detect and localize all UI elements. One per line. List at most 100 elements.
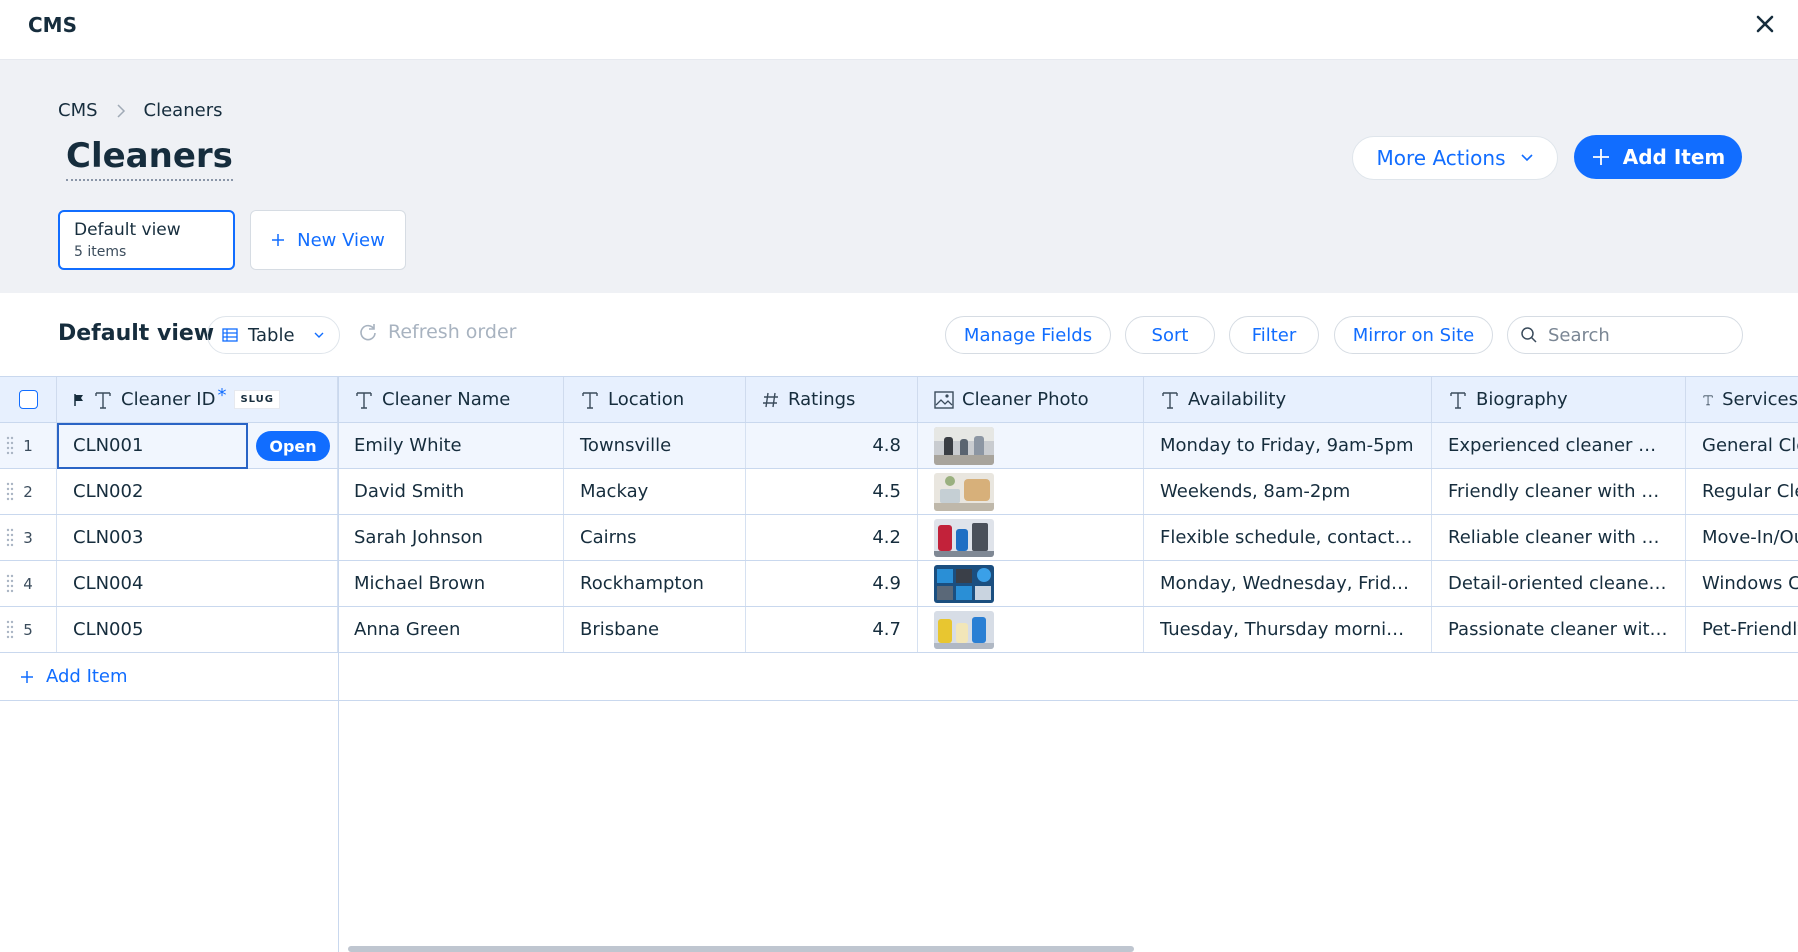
- cell-services[interactable]: General Cleaning: [1686, 423, 1798, 468]
- column-header-cleaner-id[interactable]: Cleaner ID * SLUG: [57, 377, 338, 422]
- cell-availability[interactable]: Monday, Wednesday, Friday …: [1144, 561, 1432, 606]
- cell-cleaner-id[interactable]: CLN005: [57, 607, 338, 652]
- table-row[interactable]: 4 CLN004 Michael Brown Rockhampton 4.9 M…: [0, 561, 1798, 607]
- cleaner-photo-thumbnail[interactable]: [934, 564, 994, 603]
- column-header-cleaner-name[interactable]: Cleaner Name: [338, 377, 564, 422]
- cell-location[interactable]: Rockhampton: [564, 561, 746, 606]
- column-label: Ratings: [788, 389, 856, 410]
- text-field-icon: [582, 391, 598, 409]
- cell-location[interactable]: Townsville: [564, 423, 746, 468]
- cell-cleaner-name[interactable]: Michael Brown: [338, 561, 564, 606]
- open-item-button[interactable]: Open: [256, 431, 330, 461]
- cell-ratings[interactable]: 4.8: [746, 423, 918, 468]
- column-label: Biography: [1476, 389, 1568, 410]
- select-all-cell: [0, 377, 57, 422]
- table-row[interactable]: 2 CLN002 David Smith Mackay 4.5 Weekends…: [0, 469, 1798, 515]
- cell-location[interactable]: Mackay: [564, 469, 746, 514]
- table-row[interactable]: 1 CLN001 Open Emily White Townsville 4.8…: [0, 423, 1798, 469]
- cell-text: Detail-oriented cleaner w…: [1448, 573, 1669, 594]
- cell-availability[interactable]: Tuesday, Thursday mornings: [1144, 607, 1432, 652]
- cell-cleaner-photo[interactable]: [918, 515, 1144, 560]
- column-header-services[interactable]: Services: [1686, 377, 1798, 422]
- cleaner-photo-thumbnail[interactable]: [934, 426, 994, 465]
- plus-icon: [1592, 149, 1609, 165]
- mirror-on-site-button[interactable]: Mirror on Site: [1334, 316, 1493, 354]
- cell-cleaner-name[interactable]: David Smith: [338, 469, 564, 514]
- layout-dropdown[interactable]: Table: [207, 316, 340, 354]
- column-header-location[interactable]: Location: [564, 377, 746, 422]
- cell-biography[interactable]: Detail-oriented cleaner w…: [1432, 561, 1686, 606]
- column-header-biography[interactable]: Biography: [1432, 377, 1686, 422]
- cell-cleaner-photo[interactable]: [918, 607, 1144, 652]
- refresh-order-label: Refresh order: [388, 321, 517, 343]
- text-field-icon: [1450, 391, 1466, 409]
- cell-availability[interactable]: Monday to Friday, 9am-5pm: [1144, 423, 1432, 468]
- table-row[interactable]: 5 CLN005 Anna Green Brisbane 4.7 Tuesday…: [0, 607, 1798, 653]
- new-view-label: New View: [297, 229, 385, 251]
- filter-button[interactable]: Filter: [1229, 316, 1319, 354]
- add-item-button[interactable]: Add Item: [1574, 135, 1742, 179]
- add-item-row-label: Add Item: [46, 666, 128, 687]
- cell-cleaner-photo[interactable]: [918, 561, 1144, 606]
- add-item-row-button[interactable]: Add Item: [20, 666, 128, 687]
- cell-cleaner-id[interactable]: CLN002: [57, 469, 338, 514]
- column-header-availability[interactable]: Availability: [1144, 377, 1432, 422]
- cell-ratings[interactable]: 4.2: [746, 515, 918, 560]
- page-header: CMS Cleaners Cleaners More Actions Add I…: [0, 60, 1798, 293]
- search-input[interactable]: [1548, 324, 1738, 346]
- cell-availability[interactable]: Weekends, 8am-2pm: [1144, 469, 1432, 514]
- more-actions-button[interactable]: More Actions: [1352, 136, 1558, 180]
- cleaner-photo-thumbnail[interactable]: [934, 518, 994, 557]
- cell-location[interactable]: Cairns: [564, 515, 746, 560]
- search-icon: [1521, 327, 1537, 343]
- cell-text: Sarah Johnson: [354, 527, 483, 548]
- cell-text: 4.2: [872, 527, 901, 548]
- cell-availability[interactable]: Flexible schedule, contact for…: [1144, 515, 1432, 560]
- number-field-icon: [763, 392, 778, 407]
- cell-biography[interactable]: Friendly cleaner with eco…: [1432, 469, 1686, 514]
- cell-cleaner-photo[interactable]: [918, 423, 1144, 468]
- horizontal-scrollbar[interactable]: [348, 946, 1134, 952]
- cell-cleaner-photo[interactable]: [918, 469, 1144, 514]
- cell-text: Townsville: [580, 435, 672, 456]
- column-header-ratings[interactable]: Ratings: [746, 377, 918, 422]
- column-header-cleaner-photo[interactable]: Cleaner Photo: [918, 377, 1144, 422]
- cell-services[interactable]: Move-In/Out: [1686, 515, 1798, 560]
- cell-ratings[interactable]: 4.5: [746, 469, 918, 514]
- cell-cleaner-name[interactable]: Emily White: [338, 423, 564, 468]
- cell-cleaner-name[interactable]: Sarah Johnson: [338, 515, 564, 560]
- sort-button[interactable]: Sort: [1125, 316, 1215, 354]
- cell-cleaner-id[interactable]: CLN004: [57, 561, 338, 606]
- cell-ratings[interactable]: 4.7: [746, 607, 918, 652]
- column-label: Cleaner ID: [121, 389, 216, 410]
- cell-cleaner-id[interactable]: CLN003: [57, 515, 338, 560]
- close-icon[interactable]: [1752, 11, 1778, 37]
- search-box[interactable]: [1507, 316, 1743, 354]
- cell-biography[interactable]: Experienced cleaner with…: [1432, 423, 1686, 468]
- cell-text: Rockhampton: [580, 573, 704, 594]
- cell-text: 4.5: [872, 481, 901, 502]
- manage-fields-button[interactable]: Manage Fields: [945, 316, 1111, 354]
- cell-cleaner-name[interactable]: Anna Green: [338, 607, 564, 652]
- row-index: 5: [0, 607, 57, 652]
- text-field-icon: [95, 391, 111, 409]
- table-icon: [222, 328, 238, 342]
- new-view-button[interactable]: New View: [250, 210, 406, 270]
- view-tab-default[interactable]: Default view 5 items: [58, 210, 235, 270]
- table-row[interactable]: 3 CLN003 Sarah Johnson Cairns 4.2 Flexib…: [0, 515, 1798, 561]
- cell-services[interactable]: Pet-Friendly: [1686, 607, 1798, 652]
- cell-biography[interactable]: Reliable cleaner with pos…: [1432, 515, 1686, 560]
- chevron-right-icon: [117, 103, 125, 118]
- cell-biography[interactable]: Passionate cleaner with a…: [1432, 607, 1686, 652]
- refresh-order-button[interactable]: Refresh order: [358, 321, 516, 343]
- cell-services[interactable]: Windows Cleaning: [1686, 561, 1798, 606]
- column-label: Availability: [1188, 389, 1287, 410]
- select-all-checkbox[interactable]: [18, 390, 38, 409]
- page-title[interactable]: Cleaners: [66, 136, 233, 181]
- cell-ratings[interactable]: 4.9: [746, 561, 918, 606]
- cleaner-photo-thumbnail[interactable]: [934, 610, 994, 649]
- cell-services[interactable]: Regular Cleaning: [1686, 469, 1798, 514]
- cell-location[interactable]: Brisbane: [564, 607, 746, 652]
- cleaner-photo-thumbnail[interactable]: [934, 472, 994, 511]
- breadcrumb-cms[interactable]: CMS: [58, 100, 98, 121]
